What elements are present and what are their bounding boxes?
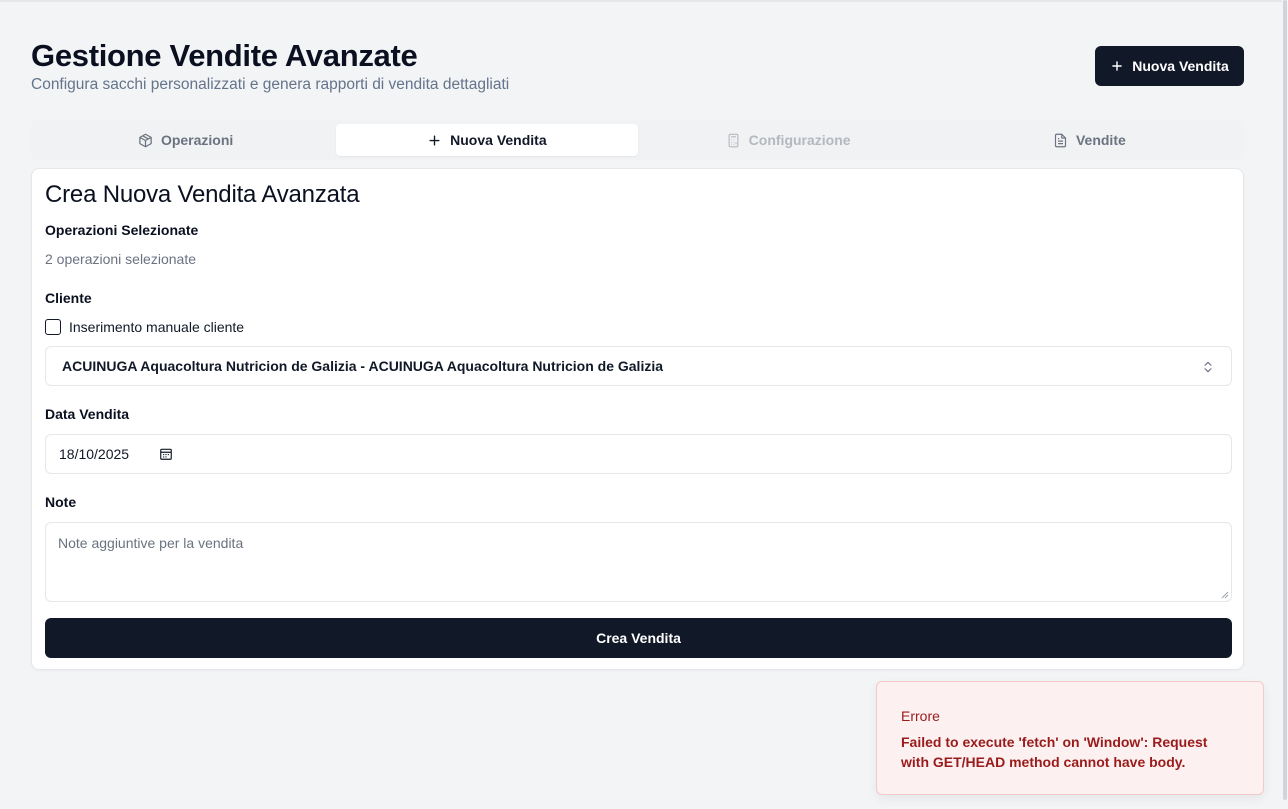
date-label: Data Vendita [45,406,130,422]
tab-vendite[interactable]: Vendite [939,124,1240,156]
manual-client-toggle[interactable]: Inserimento manuale cliente [45,319,244,335]
notes-textarea[interactable]: Note aggiuntive per la vendita [45,522,1232,602]
tab-list: Operazioni Nuova Vendita Configurazione … [31,120,1244,160]
manual-client-checkbox[interactable] [45,319,61,335]
plus-icon [429,134,440,146]
file-text-icon [1054,133,1067,147]
card-title: Crea Nuova Vendita Avanzata [45,181,360,208]
scrollbar-thumb[interactable] [1283,0,1287,800]
tab-label: Configurazione [748,132,851,148]
scrollbar[interactable] [1282,0,1288,809]
top-border [0,0,1288,2]
error-toast[interactable]: Errore Failed to execute 'fetch' on 'Win… [876,681,1264,795]
operations-label: Operazioni Selezionate [45,222,199,238]
calendar-icon[interactable] [159,447,173,461]
page-title: Gestione Vendite Avanzate [31,38,418,73]
client-label: Cliente [45,290,92,306]
page-subtitle: Configura sacchi personalizzati e genera… [31,76,510,93]
operations-count: 2 operazioni selezionate [45,251,196,267]
tab-operazioni[interactable]: Operazioni [35,124,336,156]
package-icon [139,133,152,147]
new-sale-header-label: Nuova Vendita [1132,58,1229,74]
new-sale-header-button[interactable]: Nuova Vendita [1095,46,1244,86]
tab-nuova-vendita[interactable]: Nuova Vendita [336,124,638,156]
create-sale-button[interactable]: Crea Vendita [45,618,1232,658]
chevrons-up-down-icon [1204,361,1212,373]
notes-placeholder: Note aggiuntive per la vendita [58,535,244,551]
tab-label: Nuova Vendita [450,132,547,148]
tab-configurazione[interactable]: Configurazione [638,124,939,156]
toast-title: Errore [901,708,940,724]
date-value: 18/10/2025 [59,446,130,462]
new-sale-card: Crea Nuova Vendita Avanzata Operazioni S… [31,168,1244,670]
toast-message: Failed to execute 'fetch' on 'Window': R… [901,734,1208,770]
date-input[interactable]: 18/10/2025 [45,434,1232,474]
calculator-icon [728,133,739,147]
manual-client-label: Inserimento manuale cliente [69,319,245,335]
client-select-value: ACUINUGA Aquacoltura Nutricion de Galizi… [62,358,664,374]
resize-handle-icon[interactable] [1221,591,1229,599]
client-select[interactable]: ACUINUGA Aquacoltura Nutricion de Galizi… [45,346,1232,386]
tab-label: Vendite [1075,132,1126,148]
tab-label: Operazioni [160,132,234,148]
notes-label: Note [45,494,77,510]
plus-icon [1112,61,1123,71]
